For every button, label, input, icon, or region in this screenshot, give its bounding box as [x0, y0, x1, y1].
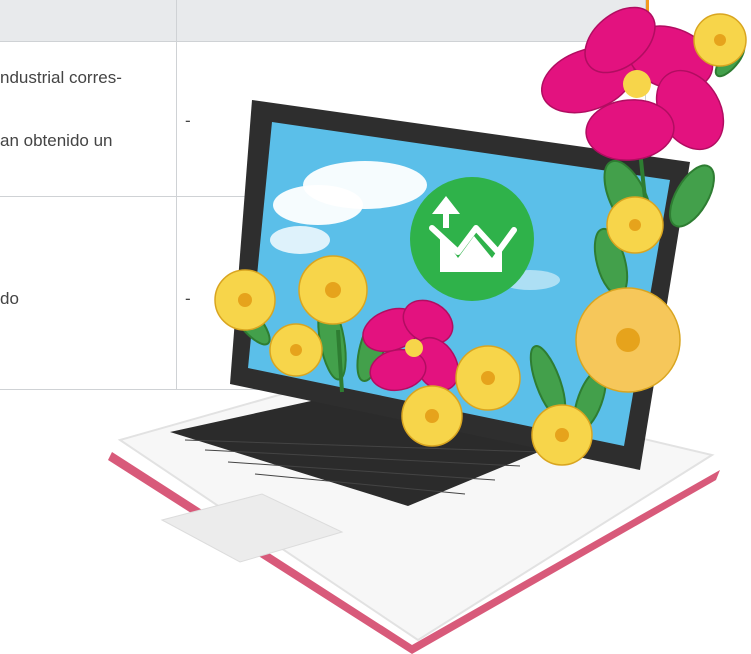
cloud	[273, 185, 363, 225]
cloud	[270, 226, 330, 254]
laptop-flowers-illustration	[108, 6, 747, 654]
